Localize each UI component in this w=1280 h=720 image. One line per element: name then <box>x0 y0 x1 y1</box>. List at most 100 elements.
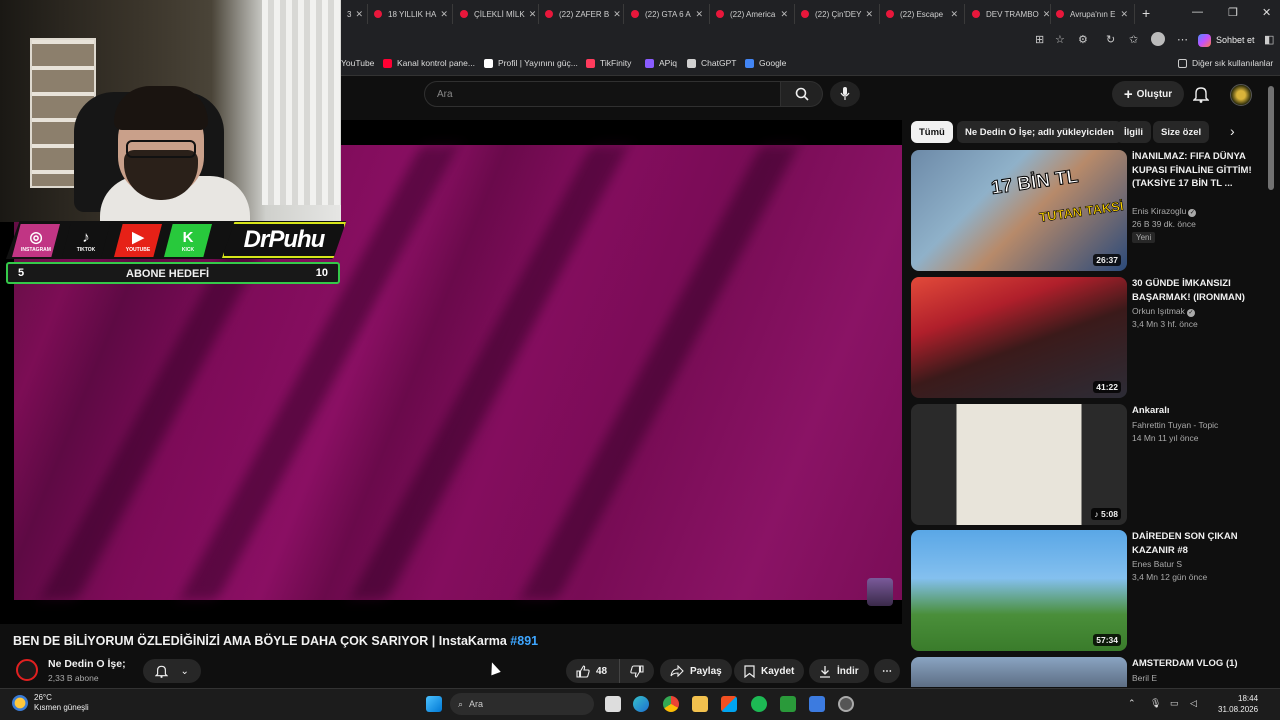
bookmark-item[interactable]: TikFinity <box>586 58 631 68</box>
recommendation-thumbnail[interactable]: 41:22 <box>911 277 1127 398</box>
extensions-icon[interactable]: ⚙ <box>1078 33 1088 46</box>
bookmark-item[interactable]: APiq <box>645 58 677 68</box>
browser-tab[interactable]: (22) America ✕ <box>710 4 795 24</box>
voice-search-button[interactable] <box>830 81 860 107</box>
split-screen-icon[interactable]: ⊞ <box>1035 33 1044 46</box>
network-icon[interactable]: ▭ <box>1170 698 1179 709</box>
recommendation-title[interactable]: İNANILMAZ: FIFA DÜNYA KUPASI FİNALİNE Gİ… <box>1132 150 1262 191</box>
chat-button[interactable]: Sohbet et <box>1198 31 1255 49</box>
filter-chip[interactable]: Size özel <box>1153 121 1210 143</box>
browser-tab[interactable]: (22) Escape ✕ <box>880 4 965 24</box>
spotify-icon[interactable] <box>751 696 767 712</box>
chips-next-button[interactable]: › <box>1230 123 1235 139</box>
recommendation-title[interactable]: DAİREDEN SON ÇIKAN KAZANIR #8 <box>1132 530 1262 557</box>
video-hashtag[interactable]: #891 <box>510 634 538 648</box>
chevron-up-icon[interactable]: ⌃ <box>1128 698 1136 709</box>
obs-icon[interactable] <box>838 696 854 712</box>
refresh-icon[interactable]: ↻ <box>1106 33 1115 46</box>
create-button[interactable]: + Oluştur <box>1112 81 1184 107</box>
search-button[interactable] <box>781 81 823 107</box>
channel-avatar[interactable] <box>16 659 38 681</box>
goal-current: 5 <box>18 267 25 279</box>
maximize-button[interactable]: ❐ <box>1228 6 1238 19</box>
more-actions-button[interactable]: ⋯ <box>874 659 900 683</box>
other-bookmarks[interactable]: Diğer sık kullanılanlar <box>1178 58 1273 68</box>
filter-chip[interactable]: Ne Dedin O İşe; adlı yükleyiciden <box>957 121 1122 143</box>
youtube-icon <box>545 10 553 18</box>
browser-tab[interactable]: DEV TRAMBO ✕ <box>966 4 1051 24</box>
minimize-button[interactable]: — <box>1192 6 1203 18</box>
app-icon[interactable] <box>780 696 796 712</box>
recommendation-thumbnail[interactable]: 57:34 <box>911 530 1127 651</box>
copilot-sidebar-icon[interactable]: ◧ <box>1264 33 1274 46</box>
microphone-icon[interactable]: 🎙 <box>1150 698 1161 709</box>
taskbar-search[interactable]: ⌕ Ara <box>450 693 594 715</box>
account-avatar[interactable] <box>1230 84 1252 106</box>
recommendation-channel[interactable]: Beril E <box>1132 673 1157 683</box>
volume-icon[interactable]: ◁ <box>1190 698 1197 709</box>
recommendation-thumbnail[interactable]: 17 BİN TL TUTAN TAKSİ 26:37 <box>911 150 1127 271</box>
download-button[interactable]: İndir <box>809 659 869 683</box>
app-icon[interactable] <box>809 696 825 712</box>
view-count: 3,4 Mn <box>1132 572 1158 582</box>
subscription-bell-button[interactable]: ⌄ <box>143 659 201 683</box>
recommendation-title[interactable]: 30 GÜNDE İMKANSIZI BAŞARMAK! (IRONMAN) <box>1132 277 1262 304</box>
close-tab-icon[interactable]: ✕ <box>609 9 621 20</box>
file-explorer-icon[interactable] <box>692 696 708 712</box>
browser-tab[interactable]: Avrupa'nın E ✕ <box>1050 4 1135 24</box>
close-tab-icon[interactable]: ✕ <box>861 9 873 20</box>
profile-avatar[interactable] <box>1151 32 1165 46</box>
close-window-button[interactable]: ✕ <box>1262 6 1271 19</box>
search-input[interactable]: Ara <box>424 81 781 107</box>
goal-label: ABONE HEDEFİ <box>126 268 210 280</box>
store-icon[interactable] <box>721 696 737 712</box>
edge-icon[interactable] <box>633 696 649 712</box>
dislike-button[interactable] <box>619 659 654 683</box>
recommendation-title[interactable]: AMSTERDAM VLOG (1) <box>1132 657 1262 671</box>
bookmark-item[interactable]: YouTube <box>341 58 374 68</box>
kick-icon: K <box>182 228 194 246</box>
browser-tab[interactable]: 3 ✕ <box>341 4 368 24</box>
save-button[interactable]: Kaydet <box>734 659 805 683</box>
browser-tab[interactable]: (22) Çin'DEY ✕ <box>795 4 880 24</box>
recommendation-channel[interactable]: Enis Kirazoglu ✓ <box>1132 206 1197 217</box>
recommendation-thumbnail[interactable]: ♪ 5:08 <box>911 404 1127 525</box>
browser-tab[interactable]: 18 YILLIK HA ✕ <box>368 4 453 24</box>
close-tab-icon[interactable]: ✕ <box>1039 9 1050 20</box>
social-label: INSTAGRAM <box>21 247 51 253</box>
start-icon[interactable] <box>426 696 442 712</box>
close-tab-icon[interactable]: ✕ <box>351 9 363 20</box>
filter-chip[interactable]: İlgili <box>1116 121 1151 143</box>
bookmark-item[interactable]: Kanal kontrol pane... <box>383 58 475 68</box>
page-scrollbar[interactable] <box>1268 86 1274 190</box>
browser-tab[interactable]: (22) GTA 6 A ✕ <box>625 4 710 24</box>
weather-widget[interactable]: 26°C Kısmen güneşli <box>12 693 89 713</box>
taskbar-clock[interactable]: 18:44 31.08.2026 <box>1218 693 1258 715</box>
recommendation-thumbnail[interactable] <box>911 657 1127 687</box>
recommendation-channel[interactable]: Orkun Işıtmak ✓ <box>1132 306 1195 317</box>
bookmark-item[interactable]: Profil | Yayınını güç... <box>484 58 578 68</box>
collections-icon[interactable]: ✩ <box>1129 33 1138 46</box>
close-tab-icon[interactable]: ✕ <box>525 9 537 20</box>
bookmark-item[interactable]: ChatGPT <box>687 58 736 68</box>
notifications-button[interactable] <box>1192 85 1210 108</box>
recommendation-channel[interactable]: Fahrettin Tuyan - Topic <box>1132 420 1218 430</box>
chrome-icon[interactable] <box>663 696 679 712</box>
more-menu-icon[interactable]: ⋯ <box>1177 33 1188 46</box>
share-button[interactable]: Paylaş <box>660 659 732 683</box>
favorite-star-icon[interactable]: ☆ <box>1055 33 1065 46</box>
browser-tab[interactable]: (22) ZAFER B ✕ <box>539 4 624 24</box>
recommendation-title[interactable]: Ankaralı <box>1132 404 1262 418</box>
close-tab-icon[interactable]: ✕ <box>946 9 958 20</box>
close-tab-icon[interactable]: ✕ <box>1116 9 1128 20</box>
close-tab-icon[interactable]: ✕ <box>691 9 703 20</box>
channel-name[interactable]: Ne Dedin O İşe; <box>48 658 126 670</box>
recommendation-channel[interactable]: Enes Batur S <box>1132 559 1182 569</box>
close-tab-icon[interactable]: ✕ <box>776 9 788 20</box>
new-tab-button[interactable]: + <box>1142 5 1150 21</box>
browser-tab[interactable]: ÇİLEKLİ MİLK ✕ <box>454 4 539 24</box>
bookmark-item[interactable]: Google <box>745 58 786 68</box>
filter-chip[interactable]: Tümü <box>911 121 953 143</box>
close-tab-icon[interactable]: ✕ <box>436 9 448 20</box>
task-view-icon[interactable] <box>605 696 621 712</box>
